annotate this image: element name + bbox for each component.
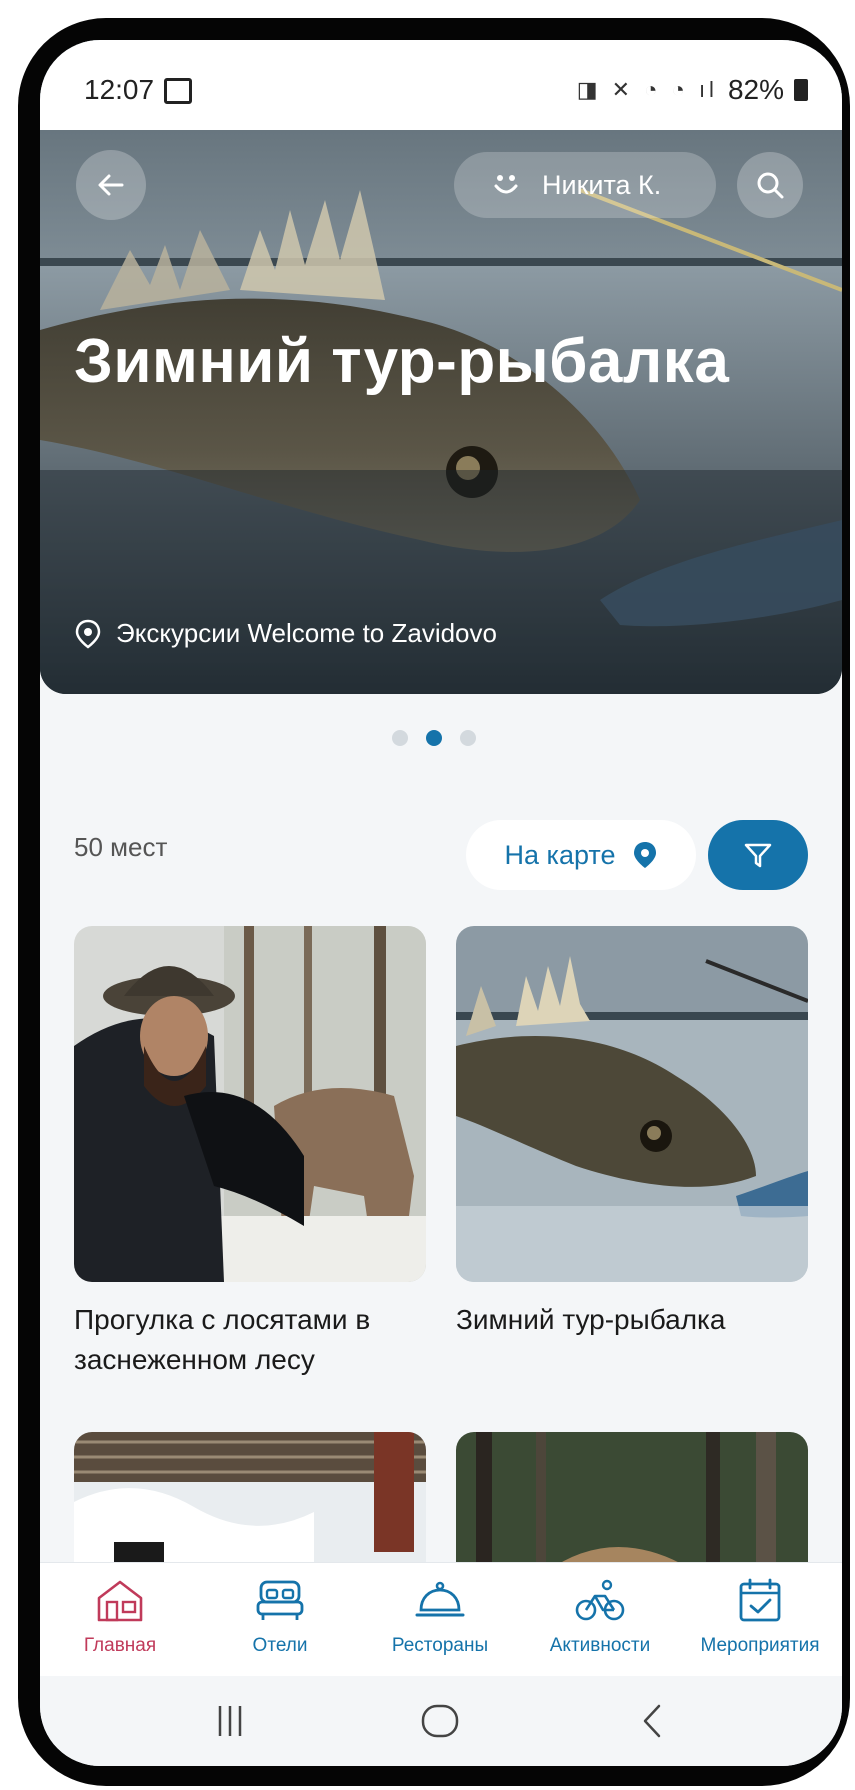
tab-label: Активности — [549, 1635, 651, 1656]
tab-events[interactable]: Мероприятия — [680, 1563, 840, 1677]
tab-label: Мероприятия — [700, 1635, 820, 1656]
chevron-left-icon — [643, 1704, 661, 1738]
home-nav-button[interactable] — [380, 1694, 500, 1748]
user-profile-chip[interactable]: Никита К. — [454, 152, 716, 218]
bicycle-icon — [575, 1579, 625, 1621]
places-count: 50 мест — [74, 832, 168, 862]
search-button[interactable] — [737, 152, 803, 218]
tab-activities[interactable]: Активности — [520, 1563, 680, 1677]
map-pin-icon — [634, 842, 657, 868]
forest-anthill-image — [456, 1432, 808, 1572]
hero-location-text: Экскурсии Welcome to Zavidovo — [116, 618, 497, 648]
place-card-image — [74, 1432, 426, 1572]
place-card-title: Прогулка с лосятами в заснеженном лесу — [74, 1304, 371, 1375]
tab-restaurants[interactable]: Рестораны — [360, 1563, 520, 1677]
hero-title: Зимний тур-рыбалка — [74, 327, 730, 396]
man-with-crow-image — [74, 926, 426, 1282]
app-screen: 12:07 ◨ ✕ ◔ ◔ ıl 82% Никита К. Зимний ту… — [40, 40, 842, 1766]
status-bar: 12:07 ◨ ✕ ◔ ◔ ıl 82% — [40, 40, 842, 130]
carousel-dot-active[interactable] — [426, 730, 442, 746]
tab-home[interactable]: Главная — [40, 1563, 200, 1677]
carousel-dot[interactable] — [392, 730, 408, 746]
battery-icon — [794, 79, 808, 101]
filter-funnel-icon — [744, 843, 772, 868]
place-card[interactable] — [74, 1432, 426, 1572]
hero-location: Экскурсии Welcome to Zavidovo — [74, 618, 497, 649]
carousel-dot[interactable] — [460, 730, 476, 746]
place-card-image — [456, 926, 808, 1282]
snowy-yard-image — [74, 1432, 426, 1572]
home-circle-icon — [421, 1704, 459, 1738]
location-pin-icon — [75, 619, 101, 649]
place-card[interactable]: Зимний тур-рыбалка — [456, 926, 808, 1340]
signal-icons: ◨ ✕ ◔ ◔ ıl — [576, 77, 718, 102]
calendar-check-icon — [739, 1578, 781, 1622]
hero-banner[interactable]: 12:07 ◨ ✕ ◔ ◔ ıl 82% Никита К. Зимний ту… — [40, 40, 842, 694]
recent-apps-icon — [218, 1706, 242, 1736]
place-card-image — [456, 1432, 808, 1572]
face-icon — [494, 175, 518, 194]
tab-label: Рестораны — [391, 1635, 489, 1656]
arrow-left-icon — [98, 174, 124, 196]
image-notification-icon — [164, 78, 192, 104]
place-card[interactable] — [456, 1432, 808, 1572]
status-indicators: ◨ ✕ ◔ ◔ ıl 82% — [577, 74, 808, 106]
carousel-indicator — [392, 730, 476, 746]
filter-button[interactable] — [708, 820, 808, 890]
fish-on-ice-image — [456, 926, 808, 1282]
bed-icon — [256, 1580, 304, 1620]
place-card-image — [74, 926, 426, 1282]
user-name: Никита К. — [542, 169, 662, 200]
search-icon — [757, 172, 784, 199]
status-time: 12:07 — [84, 74, 155, 105]
tab-label: Главная — [83, 1635, 157, 1656]
place-card-title: Зимний тур-рыбалка — [456, 1304, 726, 1335]
place-card[interactable]: Прогулка с лосятами в заснеженном лесу — [74, 926, 426, 1380]
battery-percent: 82% — [727, 74, 784, 105]
cloche-icon — [415, 1581, 465, 1617]
show-on-map-button[interactable]: На карте — [466, 820, 696, 890]
home-icon — [97, 1580, 143, 1622]
tab-hotels[interactable]: Отели — [200, 1563, 360, 1677]
back-button[interactable] — [76, 150, 146, 220]
bottom-tab-bar: Главная Отели Рестораны Активности Мероп… — [40, 1562, 842, 1677]
back-nav-button[interactable] — [592, 1694, 712, 1748]
tab-label: Отели — [252, 1635, 308, 1656]
system-navigation-bar — [40, 1676, 842, 1766]
recent-apps-button[interactable] — [170, 1694, 290, 1748]
map-button-label: На карте — [504, 839, 616, 870]
